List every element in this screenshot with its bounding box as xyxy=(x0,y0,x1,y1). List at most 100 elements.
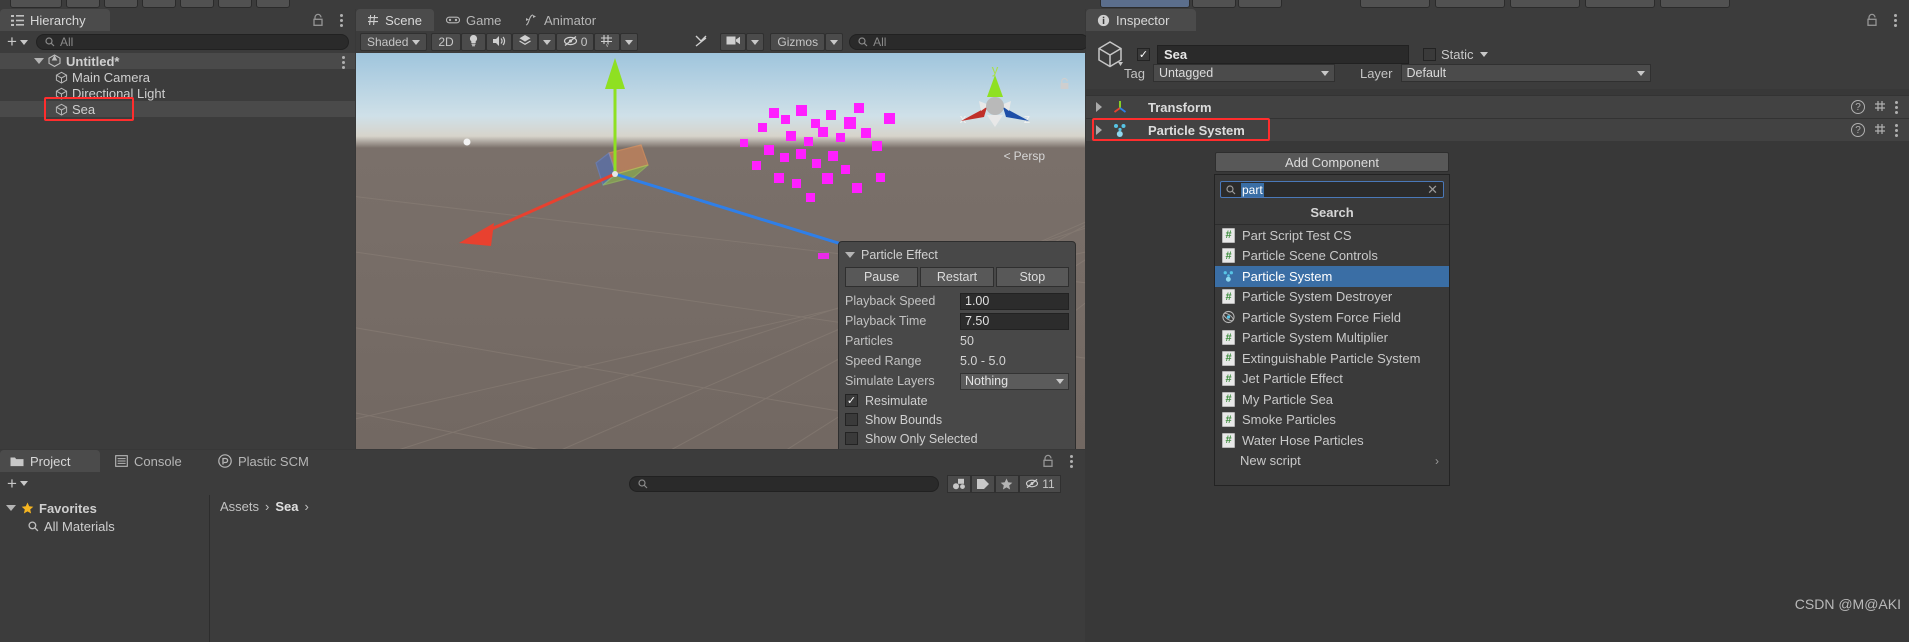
tag-dropdown[interactable]: Untagged xyxy=(1152,64,1335,82)
scene-camera-lock-icon[interactable] xyxy=(1058,77,1071,94)
show-bounds-checkbox[interactable] xyxy=(845,413,858,426)
tab-game[interactable]: Game xyxy=(436,9,512,31)
account-button[interactable] xyxy=(1510,0,1580,8)
scene-hidden-objects-toggle[interactable]: 0 xyxy=(555,33,595,51)
play-button[interactable] xyxy=(1100,0,1190,8)
help-icon[interactable]: ? xyxy=(1851,100,1865,114)
add-component-result-1[interactable]: # Particle Scene Controls xyxy=(1215,246,1449,267)
scene-search-input[interactable]: All xyxy=(849,34,1090,50)
toolbar-button-4[interactable] xyxy=(142,0,176,8)
pause-button[interactable]: Pause xyxy=(845,267,919,287)
scene-fx-toggle[interactable] xyxy=(511,33,538,51)
add-component-search-input[interactable]: part ✕ xyxy=(1220,181,1444,198)
scene-tools-button[interactable] xyxy=(688,33,714,51)
shading-mode-dropdown[interactable]: Shaded xyxy=(360,33,428,51)
toolbar-button-2[interactable] xyxy=(66,0,100,8)
toggle-2d-button[interactable]: 2D xyxy=(431,33,461,51)
tab-scene[interactable]: Scene xyxy=(356,9,434,31)
scene-lighting-toggle[interactable] xyxy=(460,33,486,51)
particle-effect-header[interactable]: Particle Effect xyxy=(845,246,1069,264)
chevron-down-icon[interactable] xyxy=(6,505,16,511)
scene-projection-label[interactable]: < Persp xyxy=(1004,149,1045,163)
playback-speed-input[interactable]: 1.00 xyxy=(960,292,1069,310)
tab-inspector[interactable]: Inspector xyxy=(1086,9,1196,31)
hierarchy-item-menu-icon[interactable] xyxy=(342,54,345,69)
object-active-checkbox[interactable]: ✓ xyxy=(1137,47,1150,61)
checkbox-show-bounds[interactable]: Show Bounds xyxy=(845,410,1069,429)
toolbar-button-7[interactable] xyxy=(256,0,290,8)
add-component-result-10[interactable]: # Water Hose Particles xyxy=(1215,430,1449,451)
layer-dropdown[interactable]: Default xyxy=(1400,64,1651,82)
checkbox-resimulate[interactable]: ✓ Resimulate xyxy=(845,391,1069,410)
hierarchy-item-untitled[interactable]: Untitled* xyxy=(0,53,355,69)
add-component-result-8[interactable]: # My Particle Sea xyxy=(1215,389,1449,410)
show-only-selected-checkbox[interactable] xyxy=(845,432,858,445)
component-particle-system[interactable]: Particle System ? xyxy=(1086,118,1909,141)
hierarchy-menu-icon[interactable] xyxy=(340,12,344,28)
preset-icon[interactable] xyxy=(1873,122,1887,139)
project-hidden-toggle[interactable]: 11 xyxy=(1018,474,1061,493)
tab-hierarchy[interactable]: Hierarchy xyxy=(0,9,110,31)
tab-console[interactable]: Console xyxy=(104,450,204,472)
layers-button[interactable] xyxy=(1585,0,1655,8)
project-menu-icon[interactable] xyxy=(1070,453,1074,469)
scene-grid-dropdown[interactable] xyxy=(620,33,639,51)
add-component-result-9[interactable]: # Smoke Particles xyxy=(1215,410,1449,431)
add-component-result-0[interactable]: # Part Script Test CS xyxy=(1215,225,1449,246)
component-transform[interactable]: Transform ? xyxy=(1086,95,1909,118)
filter-label-icon[interactable] xyxy=(970,474,995,493)
scene-camera-button[interactable] xyxy=(720,33,747,51)
filter-type-icon[interactable] xyxy=(946,474,971,493)
scene-camera-dropdown[interactable] xyxy=(746,33,765,51)
resimulate-checkbox[interactable]: ✓ xyxy=(845,394,858,407)
chevron-right-icon[interactable] xyxy=(1096,125,1102,135)
scene-audio-toggle[interactable] xyxy=(485,33,512,51)
hierarchy-item-main-camera[interactable]: Main Camera xyxy=(0,69,355,85)
add-component-result-3[interactable]: # Particle System Destroyer xyxy=(1215,287,1449,308)
step-button[interactable] xyxy=(1238,0,1282,8)
add-component-new-script[interactable]: New script › xyxy=(1215,451,1449,472)
chevron-right-icon[interactable] xyxy=(1096,102,1102,112)
object-name-field[interactable]: Sea xyxy=(1157,44,1409,64)
tab-animator[interactable]: Animator xyxy=(514,9,610,31)
restart-button[interactable]: Restart xyxy=(920,267,994,287)
lock-icon[interactable] xyxy=(311,13,325,27)
toolbar-button-3[interactable] xyxy=(104,0,138,8)
component-menu-icon[interactable] xyxy=(1895,99,1899,115)
chevron-down-icon[interactable] xyxy=(1479,51,1488,57)
component-menu-icon[interactable] xyxy=(1895,122,1899,138)
lock-icon[interactable] xyxy=(1865,13,1879,27)
project-search-input[interactable] xyxy=(628,475,939,492)
gizmos-button[interactable]: Gizmos xyxy=(770,33,826,51)
help-icon[interactable]: ? xyxy=(1851,123,1865,137)
chevron-down-icon[interactable] xyxy=(845,252,855,258)
clear-x-icon[interactable]: ✕ xyxy=(1427,182,1438,198)
add-component-button[interactable]: Add Component xyxy=(1215,152,1449,172)
breadcrumb-sea[interactable]: Sea xyxy=(275,499,298,514)
breadcrumb-assets[interactable]: Assets xyxy=(220,499,259,514)
lock-icon[interactable] xyxy=(1041,454,1055,468)
add-component-result-7[interactable]: # Jet Particle Effect xyxy=(1215,369,1449,390)
static-checkbox[interactable] xyxy=(1423,47,1436,61)
chevron-down-icon[interactable] xyxy=(34,58,44,64)
scene-grid-toggle[interactable]: y xyxy=(594,33,621,51)
project-add-button[interactable]: + xyxy=(7,475,28,492)
inspector-menu-icon[interactable] xyxy=(1894,12,1898,28)
preset-icon[interactable] xyxy=(1873,99,1887,116)
add-component-result-4[interactable]: Particle System Force Field xyxy=(1215,307,1449,328)
playback-time-input[interactable]: 7.50 xyxy=(960,312,1069,330)
hierarchy-add-button[interactable]: + xyxy=(7,33,28,50)
project-tree-favorites[interactable]: Favorites xyxy=(0,499,209,517)
toolbar-button-1[interactable] xyxy=(10,0,62,8)
filter-favorite-icon[interactable] xyxy=(994,474,1019,493)
simulate-layers-dropdown[interactable]: Nothing xyxy=(960,372,1069,390)
scene-viewport[interactable]: y x z < Persp Particle Effect Pause Rest… xyxy=(356,53,1085,449)
hierarchy-item-sea[interactable]: Sea xyxy=(0,101,355,117)
checkbox-show-only-selected[interactable]: Show Only Selected xyxy=(845,429,1069,448)
add-component-result-6[interactable]: # Extinguishable Particle System xyxy=(1215,348,1449,369)
scene-fx-dropdown[interactable] xyxy=(537,33,556,51)
gizmos-dropdown[interactable] xyxy=(825,33,844,51)
hierarchy-search-input[interactable]: All xyxy=(35,34,349,50)
toolbar-button-5[interactable] xyxy=(180,0,214,8)
add-component-result-2[interactable]: Particle System xyxy=(1215,266,1449,287)
